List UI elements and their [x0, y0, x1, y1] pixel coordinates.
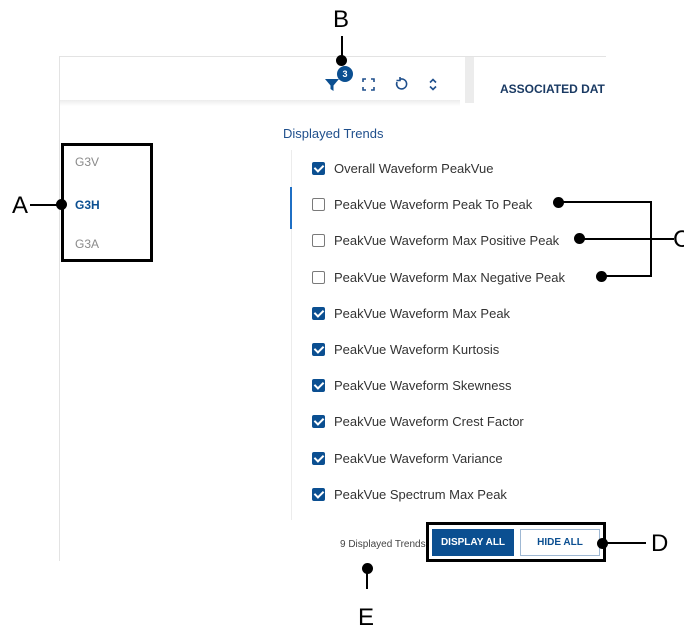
trend-label: PeakVue Spectrum Max Peak [334, 486, 507, 502]
reset-button[interactable] [394, 77, 408, 96]
trend-row[interactable]: PeakVue Waveform Skewness [312, 375, 512, 395]
callout-line-d [602, 542, 646, 544]
callout-dot-b [336, 55, 347, 66]
callout-box-a [61, 143, 153, 262]
callout-dot-a [56, 199, 67, 210]
toolbar-divider [465, 57, 474, 103]
trend-checkbox[interactable] [312, 233, 325, 247]
trend-label: PeakVue Waveform Skewness [334, 377, 512, 393]
trend-checkbox[interactable] [312, 306, 325, 320]
callout-label-c: C [673, 226, 684, 253]
funnel-icon [325, 79, 339, 91]
trend-checkbox[interactable] [312, 161, 325, 175]
trend-row[interactable]: Overall Waveform PeakVue [312, 158, 493, 178]
trend-row[interactable]: PeakVue Waveform Variance [312, 448, 503, 468]
callout-line-c3 [601, 275, 652, 277]
trend-row[interactable]: PeakVue Waveform Peak To Peak [312, 194, 532, 214]
frame-border-left [59, 56, 60, 561]
trend-checkbox[interactable] [312, 487, 325, 501]
displayed-count: 9 Displayed Trends [340, 539, 426, 550]
trend-row[interactable]: PeakVue Waveform Crest Factor [312, 411, 524, 431]
trend-row[interactable]: PeakVue Waveform Max Negative Peak [312, 267, 565, 287]
expand-icon [362, 78, 375, 91]
callout-label-d: D [651, 530, 669, 557]
sort-button[interactable] [428, 77, 438, 97]
trend-row[interactable]: PeakVue Waveform Max Positive Peak [312, 230, 559, 250]
toolbar-shadow [60, 100, 460, 106]
trend-label: PeakVue Waveform Max Peak [334, 305, 511, 321]
filter-button[interactable] [325, 78, 339, 97]
chevron-up-down-icon [429, 78, 437, 91]
callout-label-b: B [333, 6, 350, 33]
callout-line-c-vertical [650, 201, 652, 277]
tab-associated-data[interactable]: ASSOCIATED DAT [500, 82, 606, 96]
trend-label: Overall Waveform PeakVue [334, 160, 494, 176]
trend-checkbox[interactable] [312, 342, 325, 356]
callout-line-e [366, 567, 368, 589]
panel-title: Displayed Trends [283, 126, 384, 141]
trend-checkbox[interactable] [312, 451, 325, 465]
trend-checkbox[interactable] [312, 270, 325, 284]
trend-checkbox[interactable] [312, 197, 325, 211]
callout-label-e: E [358, 604, 375, 631]
trend-checkbox[interactable] [312, 378, 325, 392]
expand-button[interactable] [362, 78, 375, 96]
trend-row[interactable]: PeakVue Waveform Max Peak [312, 303, 510, 323]
trend-label: PeakVue Waveform Variance [334, 450, 503, 466]
callout-line-c1 [558, 201, 651, 203]
frame-border-top [59, 56, 606, 57]
filter-count-badge: 3 [337, 66, 353, 82]
rotate-ccw-icon [395, 77, 408, 90]
active-indicator [290, 187, 292, 229]
trend-checkbox[interactable] [312, 414, 325, 428]
trend-row[interactable]: PeakVue Waveform Kurtosis [312, 339, 499, 359]
trend-label: PeakVue Waveform Crest Factor [334, 413, 524, 429]
callout-label-a: A [12, 192, 29, 219]
trend-label: PeakVue Waveform Peak To Peak [334, 196, 533, 212]
trend-row[interactable]: PeakVue Spectrum Max Peak [312, 484, 507, 504]
trend-label: PeakVue Waveform Max Positive Peak [334, 232, 560, 248]
callout-line-c2 [580, 238, 674, 240]
callout-box-d [426, 522, 606, 562]
trend-label: PeakVue Waveform Kurtosis [334, 341, 500, 357]
trend-label: PeakVue Waveform Max Negative Peak [334, 269, 565, 285]
